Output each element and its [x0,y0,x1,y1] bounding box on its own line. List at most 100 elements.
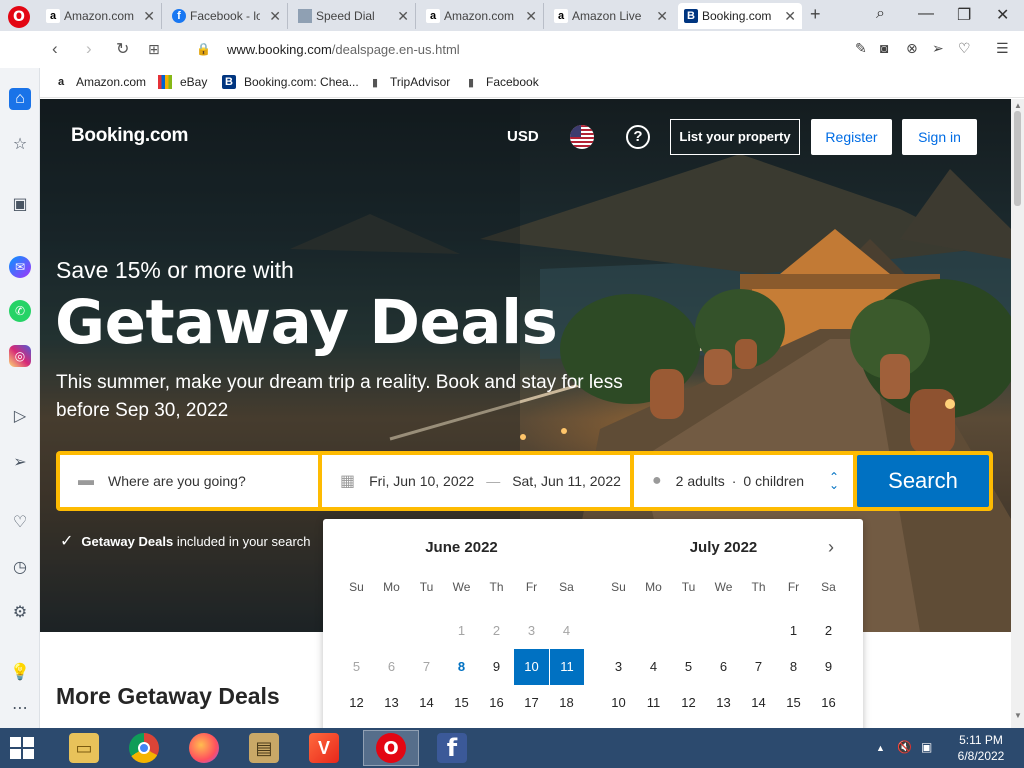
us-flag-icon[interactable] [570,125,594,149]
calendar-day[interactable]: 14 [409,685,444,721]
calendar-day[interactable]: 17 [514,685,549,721]
calendar-day[interactable]: 21 [741,721,776,728]
taskbar-firefox[interactable] [176,730,232,766]
minimize-icon[interactable]: — [918,5,934,23]
calendar-day[interactable]: 8 [444,649,479,685]
currency-selector[interactable]: USD [507,128,539,145]
tips-icon[interactable]: 💡 [9,662,31,684]
list-property-button[interactable]: List your property [670,119,800,155]
opera-menu-icon[interactable]: O [8,6,30,28]
system-clock[interactable]: 5:11 PM 6/8/2022 [950,732,1012,764]
help-icon[interactable]: ? [626,125,650,149]
tabs-grid-icon[interactable]: ⊞ [148,41,160,58]
close-icon[interactable]: ✕ [525,8,537,25]
home-icon[interactable]: ⌂ [9,88,31,110]
checkin-date[interactable]: Fri, Jun 10, 2022 [369,473,474,489]
forward-icon[interactable]: › [86,39,92,59]
calendar-day[interactable]: 17 [601,721,636,728]
calendar-day[interactable]: 4 [636,649,671,685]
camera-icon[interactable]: ◙ [880,40,888,56]
star-icon[interactable]: ☆ [9,134,31,156]
taskbar-chrome[interactable] [116,730,172,766]
bookmark-tripadvisor[interactable]: ▮ TripAdvisor [368,75,450,89]
close-icon[interactable]: ✕ [397,8,409,25]
calendar-day[interactable]: 25 [549,721,584,728]
calendar-day[interactable]: 12 [339,685,374,721]
tray-up-icon[interactable]: ▲ [876,743,885,753]
taskbar-opera[interactable]: O [363,730,419,766]
calendar-day[interactable]: 24 [514,721,549,728]
whatsapp-icon[interactable]: ✆ [9,300,31,322]
taskbar-facebook[interactable]: f [424,730,480,766]
calendar-day[interactable]: 12 [671,685,706,721]
url-field[interactable]: www.booking.com/dealspage.en-us.html [227,42,460,57]
calendar-day[interactable]: 14 [741,685,776,721]
calendar-day[interactable]: 13 [706,685,741,721]
close-icon[interactable]: ✕ [656,8,668,25]
settings-icon[interactable]: ⚙ [9,602,31,624]
scroll-thumb[interactable] [1014,111,1021,206]
page-scrollbar[interactable]: ▲ ▼ [1011,99,1024,728]
new-tab-icon[interactable]: + [810,4,821,25]
calendar-day[interactable]: 15 [444,685,479,721]
calendar-day[interactable]: 22 [444,721,479,728]
calendar-day[interactable]: 20 [706,721,741,728]
calendar-day[interactable]: 9 [811,649,846,685]
instagram-icon[interactable]: ◎ [9,345,31,367]
taskbar-archiver[interactable]: ▤ [236,730,292,766]
restore-icon[interactable]: ❐ [957,5,971,25]
destination-input[interactable]: ▬ Where are you going? [60,455,318,507]
tab-speed-dial[interactable]: Speed Dial ✕ [292,3,416,29]
register-button[interactable]: Register [811,119,892,155]
taskbar-vivaldi[interactable]: V [296,730,352,766]
bookmark-ebay[interactable]: eBay [158,75,207,89]
calendar-day[interactable]: 18 [549,685,584,721]
calendar-day[interactable]: 11 [636,685,671,721]
calendar-day[interactable]: 22 [776,721,811,728]
adblock-icon[interactable]: ⊗ [906,40,918,57]
calendar-day[interactable]: 8 [776,649,811,685]
calendar-day[interactable]: 15 [776,685,811,721]
calendar-day[interactable]: 9 [479,649,514,685]
calendar-day[interactable]: 10 [601,685,636,721]
calendar-day[interactable]: 3 [601,649,636,685]
next-month-icon[interactable]: › [828,537,834,558]
messenger-icon[interactable]: ✉ [9,256,31,278]
heart-icon[interactable]: ♡ [958,40,971,57]
close-icon[interactable]: ✕ [143,8,155,25]
network-icon[interactable]: ▣ [921,740,932,754]
search-button[interactable]: Search [857,455,989,507]
send-icon[interactable]: ➢ [9,452,31,474]
calendar-day[interactable]: 1 [776,613,811,649]
scroll-down-icon[interactable]: ▼ [1014,711,1022,720]
calendar-day[interactable]: 10 [514,649,549,685]
calendar-day[interactable]: 13 [374,685,409,721]
calendar-day[interactable]: 6 [706,649,741,685]
bookmark-facebook[interactable]: ▮ Facebook [464,75,539,89]
close-window-icon[interactable]: ✕ [996,5,1009,25]
scroll-up-icon[interactable]: ▲ [1014,101,1022,110]
send-icon[interactable]: ➢ [932,40,944,57]
tab-amazon-1[interactable]: a Amazon.com ✕ [40,3,162,29]
date-range-field[interactable]: ▦ Fri, Jun 10, 2022 — Sat, Jun 11, 2022 [322,455,630,507]
close-icon[interactable]: ✕ [784,8,796,25]
calendar-day[interactable]: 20 [374,721,409,728]
taskbar-file-explorer[interactable]: ▭ [56,730,112,766]
reload-icon[interactable]: ↻ [116,39,129,59]
calendar-day[interactable]: 23 [479,721,514,728]
search-tabs-icon[interactable]: ⌕ [876,5,885,23]
tab-facebook[interactable]: f Facebook - lo ✕ [166,3,288,29]
tab-amazon-live[interactable]: a Amazon Live ✕ [548,3,674,29]
calendar-day[interactable]: 2 [811,613,846,649]
calendar-day[interactable]: 7 [741,649,776,685]
calendar-day[interactable]: 19 [339,721,374,728]
volume-muted-icon[interactable]: 🔇 [897,740,912,754]
calendar-day[interactable]: 21 [409,721,444,728]
calendar-day[interactable]: 19 [671,721,706,728]
sign-in-button[interactable]: Sign in [902,119,977,155]
bookmark-booking[interactable]: B Booking.com: Chea... [222,75,359,89]
calendar-day[interactable]: 5 [671,649,706,685]
booking-logo[interactable]: Booking.com [71,125,188,147]
heart-icon[interactable]: ♡ [9,512,31,534]
windows-start-icon[interactable] [10,737,34,759]
